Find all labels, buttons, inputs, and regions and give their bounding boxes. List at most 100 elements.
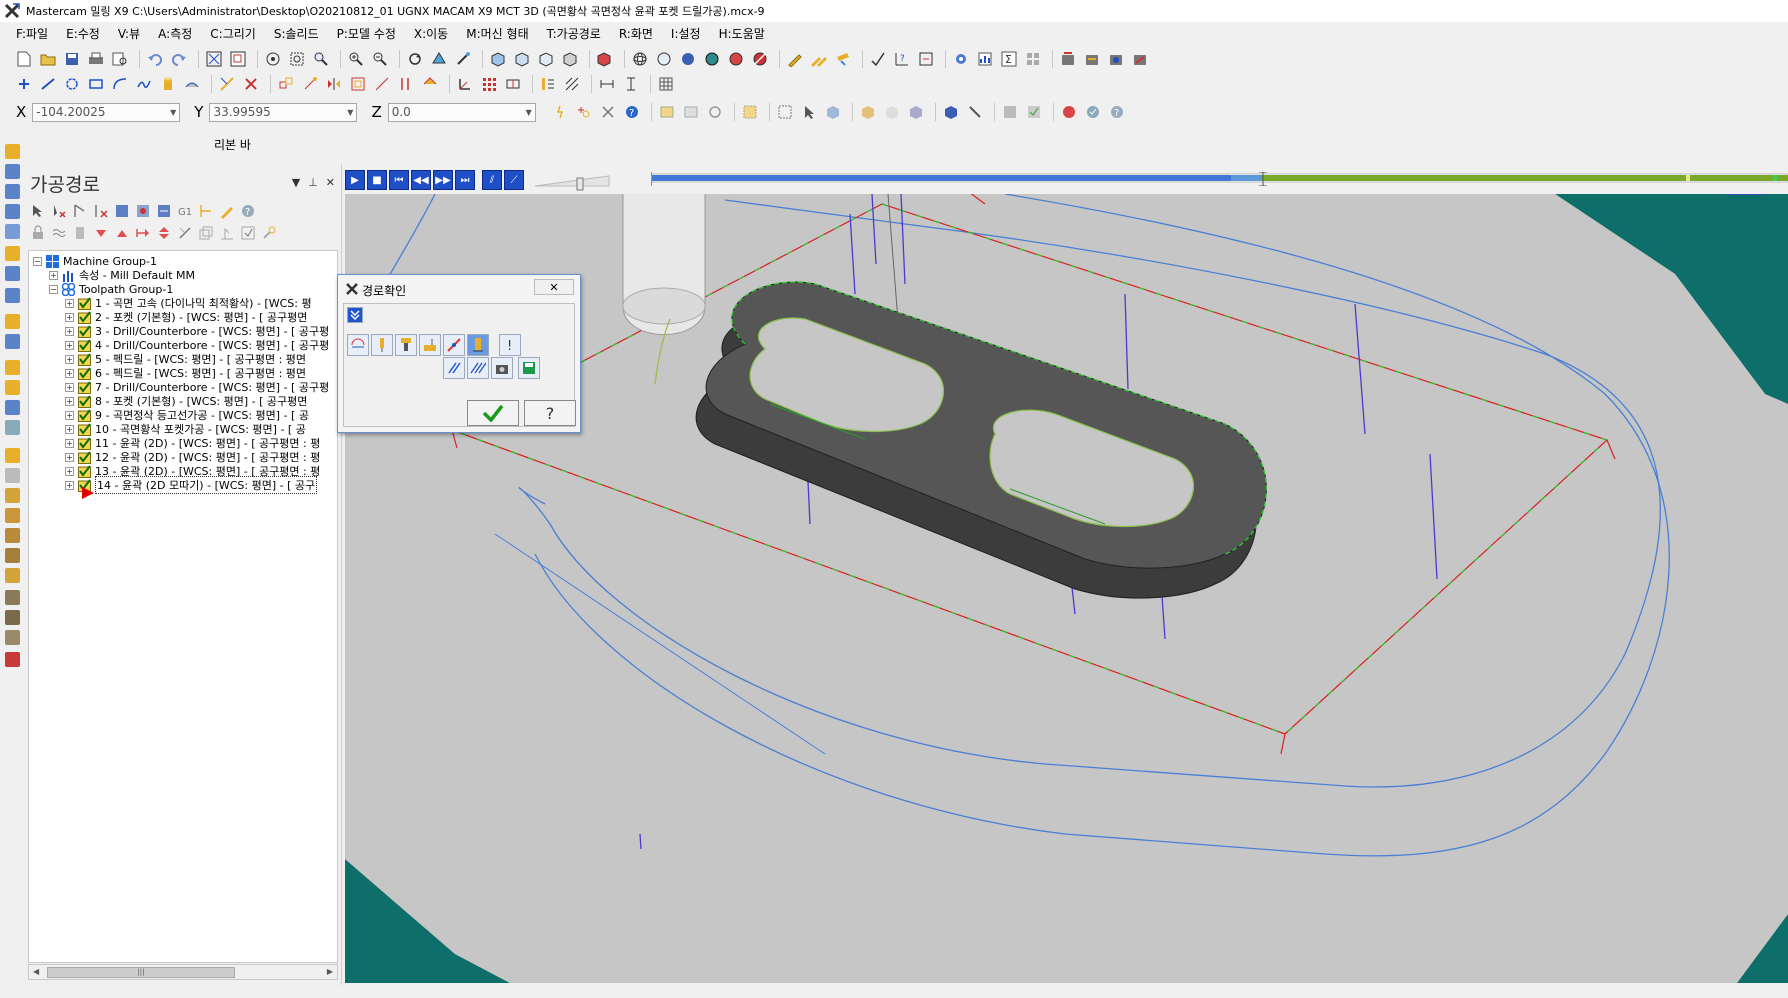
ops-tool-icon[interactable] <box>261 225 277 241</box>
save-icon[interactable] <box>62 49 82 69</box>
menu-item-6[interactable]: P:모델 수정 <box>337 25 396 42</box>
sphere-outline-icon[interactable] <box>654 49 674 69</box>
blend-mill-icon[interactable] <box>5 508 20 523</box>
rotate-icon[interactable] <box>405 49 425 69</box>
view-top-icon[interactable] <box>488 49 508 69</box>
regenerate-icon[interactable] <box>72 203 88 219</box>
display-toolpath-icon[interactable] <box>347 334 369 356</box>
menu-item-1[interactable]: E:수정 <box>66 25 100 42</box>
double-pencil-icon[interactable] <box>809 49 829 69</box>
solid-body-icon[interactable] <box>941 102 961 122</box>
show-toolpath-button[interactable]: ⫽ <box>482 170 502 190</box>
expand-toggle-icon[interactable]: + <box>65 410 74 420</box>
transform-op-icon[interactable] <box>5 360 20 375</box>
facing-op-icon[interactable] <box>5 246 20 261</box>
group-icon[interactable] <box>1000 102 1020 122</box>
settings-gear-icon[interactable] <box>951 49 971 69</box>
insert-arrow-icon[interactable] <box>135 225 151 241</box>
toggle-display-icon[interactable] <box>51 225 67 241</box>
arc-icon[interactable] <box>110 74 130 94</box>
verify-check-icon[interactable] <box>1024 102 1044 122</box>
backface-sphere-icon[interactable] <box>750 49 770 69</box>
view-iso-icon[interactable] <box>560 49 580 69</box>
redo-icon[interactable] <box>169 49 189 69</box>
rectangle-icon[interactable] <box>86 74 106 94</box>
stop-circle-icon[interactable] <box>1059 102 1079 122</box>
play-button[interactable]: ▶ <box>345 170 365 190</box>
grid-dots-icon[interactable] <box>479 74 499 94</box>
move-up-icon[interactable] <box>114 225 130 241</box>
menu-item-11[interactable]: I:설정 <box>671 25 701 42</box>
camera-icon[interactable] <box>491 357 513 379</box>
ok-circle-icon[interactable] <box>1083 102 1103 122</box>
expand-toggle-icon[interactable]: + <box>65 382 74 392</box>
solid-select-icon[interactable] <box>823 102 843 122</box>
line-icon[interactable] <box>38 74 58 94</box>
contour-op-icon[interactable] <box>5 184 20 199</box>
display-tool-icon[interactable] <box>371 334 393 356</box>
expand-dialog-icon[interactable] <box>347 307 363 323</box>
menu-item-2[interactable]: V:뷰 <box>118 25 140 42</box>
new-file-icon[interactable] <box>14 49 34 69</box>
help-button[interactable]: ? <box>524 400 576 426</box>
menu-item-5[interactable]: S:솔리드 <box>274 25 319 42</box>
step-forward-button[interactable]: ▶▶ <box>433 170 453 190</box>
question-circle-icon[interactable]: ? <box>1107 102 1127 122</box>
backplot-icon[interactable] <box>1082 49 1102 69</box>
copy-op-icon[interactable] <box>198 225 214 241</box>
backplot-op-icon[interactable] <box>114 203 130 219</box>
expand-toggle-icon[interactable]: + <box>65 326 74 336</box>
pan-icon[interactable] <box>453 49 473 69</box>
snap-point-icon[interactable] <box>574 102 594 122</box>
vertical-dim-icon[interactable] <box>621 74 641 94</box>
skip-start-button[interactable]: ⏮ <box>389 170 409 190</box>
view-right-icon[interactable] <box>536 49 556 69</box>
collapse-toggle-icon[interactable]: − <box>49 284 58 294</box>
grid-view-icon[interactable] <box>1023 49 1043 69</box>
expand-toggle-icon[interactable]: + <box>65 452 74 462</box>
machine-sim-icon[interactable] <box>1130 49 1150 69</box>
xform-translate-icon[interactable] <box>276 74 296 94</box>
step-slash-icon[interactable] <box>443 357 465 379</box>
spline-icon[interactable] <box>134 74 154 94</box>
step-double-slash-icon[interactable] <box>467 357 489 379</box>
high-feed-icon[interactable] <box>198 203 214 219</box>
scroll-right-icon[interactable]: ▶ <box>327 967 333 976</box>
z-coordinate-input[interactable]: 0.0 ▼ <box>387 102 536 122</box>
post-icon[interactable] <box>1058 49 1078 69</box>
cube-edge-icon[interactable] <box>906 102 926 122</box>
circle-icon[interactable] <box>62 74 82 94</box>
menu-item-7[interactable]: X:이동 <box>414 25 448 42</box>
surface-finish-icon[interactable] <box>5 334 20 349</box>
wireframe-sphere-icon[interactable] <box>630 49 650 69</box>
view-front-icon[interactable] <box>512 49 532 69</box>
lock-icon[interactable] <box>30 225 46 241</box>
step-back-button[interactable]: ◀◀ <box>411 170 431 190</box>
fast-point-icon[interactable] <box>550 102 570 122</box>
shaded-edges-sphere-icon[interactable] <box>702 49 722 69</box>
horizontal-dim-icon[interactable] <box>597 74 617 94</box>
verify-op-icon[interactable] <box>135 203 151 219</box>
dynamic-rotate-icon[interactable] <box>429 49 449 69</box>
sigma-icon[interactable]: Σ <box>999 49 1019 69</box>
help-circle-icon[interactable]: ? <box>622 102 642 122</box>
ok-button[interactable] <box>467 400 519 426</box>
deselect-ops-icon[interactable] <box>51 203 67 219</box>
view-options-icon[interactable] <box>595 49 615 69</box>
window-zoom-icon[interactable] <box>228 49 248 69</box>
scrollbar-thumb[interactable]: ||| <box>47 967 235 978</box>
engrave-icon[interactable] <box>5 568 20 583</box>
dialog-close-button[interactable]: ✕ <box>534 279 574 295</box>
dimension-icon[interactable] <box>916 49 936 69</box>
plane-select-icon[interactable] <box>503 74 523 94</box>
expand-toggle-icon[interactable]: + <box>65 424 74 434</box>
pencil-icon[interactable] <box>785 49 805 69</box>
expand-toggle-icon[interactable]: + <box>65 368 74 378</box>
close-icon[interactable]: ✕ <box>326 176 335 189</box>
quick-verify-icon[interactable] <box>467 334 489 356</box>
insert-arrow-marker-icon[interactable] <box>81 487 95 499</box>
xform-rotate-icon[interactable] <box>300 74 320 94</box>
cylinder-icon[interactable] <box>158 74 178 94</box>
translucent-sphere-icon[interactable] <box>726 49 746 69</box>
expand-toggle-icon[interactable]: + <box>65 340 74 350</box>
